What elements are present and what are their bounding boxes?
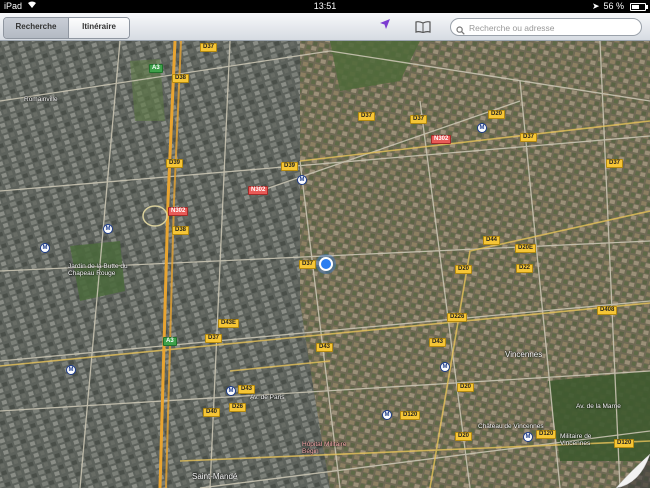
- tab-itineraire[interactable]: Itinéraire: [69, 18, 129, 38]
- road-label: D37: [410, 115, 428, 124]
- road-label: A3: [163, 337, 177, 346]
- place-label: Château de Vincennes: [478, 423, 544, 430]
- road-label: D43: [316, 343, 334, 352]
- tab-recherche[interactable]: Recherche: [4, 18, 69, 38]
- map-view[interactable]: D37 D38 D37 D37 D20 D37 D37 D39 D39 D38 …: [0, 41, 650, 488]
- road-label: D408: [597, 306, 618, 315]
- road-label: D38: [172, 226, 190, 235]
- status-bar: iPad 13:51 ➤ 56 %: [0, 0, 650, 13]
- road-label: D37: [358, 112, 376, 121]
- metro-icon[interactable]: M: [297, 175, 307, 185]
- place-label: Militaire de Vincennes: [560, 433, 592, 447]
- road-label: D20: [488, 110, 506, 119]
- road-label: D20: [455, 432, 473, 441]
- location-arrow-icon[interactable]: [379, 18, 391, 34]
- place-label: Vincennes: [505, 350, 543, 359]
- road-label: D38: [172, 74, 190, 83]
- road-label: D37: [520, 133, 538, 142]
- road-label: D39: [166, 159, 184, 168]
- search-input[interactable]: [467, 20, 641, 36]
- search-icon: [456, 22, 466, 35]
- metro-icon[interactable]: M: [40, 243, 50, 253]
- road-label: D44: [483, 236, 501, 245]
- road-label: A3: [149, 64, 163, 73]
- road-label: D20: [455, 265, 473, 274]
- road-label: D20E: [515, 244, 537, 253]
- road-label: D43: [429, 338, 447, 347]
- place-label: Av. de la Marne: [576, 403, 621, 410]
- mode-segmented-control: Recherche Itinéraire: [3, 17, 130, 39]
- road-label: D37: [299, 260, 317, 269]
- road-label: D226: [447, 313, 468, 322]
- place-label: Av. de Paris: [250, 394, 285, 401]
- place-label: Jardin de la Butte du Chapeau Rouge: [68, 263, 128, 277]
- road-label: D37: [606, 159, 624, 168]
- road-label: N302: [431, 135, 452, 144]
- battery-icon: [630, 2, 648, 11]
- road-label: D43: [238, 385, 256, 394]
- page-curl-button[interactable]: [610, 448, 650, 488]
- metro-icon[interactable]: M: [440, 362, 450, 372]
- road-label: D40: [203, 408, 221, 417]
- status-time: 13:51: [313, 1, 337, 11]
- road-label: D43E: [218, 319, 240, 328]
- current-location-marker[interactable]: [319, 257, 333, 271]
- status-right: ➤ 56 %: [591, 0, 648, 13]
- place-label: Saint-Mandé: [192, 472, 238, 481]
- metro-icon[interactable]: M: [66, 365, 76, 375]
- maps-toolbar: Recherche Itinéraire: [0, 13, 650, 41]
- road-label: D120: [536, 430, 557, 439]
- metro-icon[interactable]: M: [103, 224, 113, 234]
- metro-icon[interactable]: M: [382, 410, 392, 420]
- road-label: D120: [400, 411, 421, 420]
- metro-icon[interactable]: M: [477, 123, 487, 133]
- road-label: N302: [168, 207, 189, 216]
- road-label: D20: [457, 383, 475, 392]
- bookmarks-icon[interactable]: [415, 20, 431, 34]
- metro-icon[interactable]: M: [226, 386, 236, 396]
- search-field[interactable]: [450, 18, 642, 36]
- place-label: Hôpital Militaire Bégin: [302, 441, 347, 455]
- road-label: D22: [516, 264, 534, 273]
- metro-icon[interactable]: M: [523, 432, 533, 442]
- road-label: D39: [281, 162, 299, 171]
- battery-percent: 56 %: [603, 1, 624, 11]
- place-label: Romainville: [24, 96, 58, 103]
- road-label: D37: [200, 43, 218, 52]
- location-services-icon: ➤: [591, 1, 600, 11]
- road-label: N302: [248, 186, 269, 195]
- road-label: D26: [229, 403, 247, 412]
- road-label: D37: [205, 334, 223, 343]
